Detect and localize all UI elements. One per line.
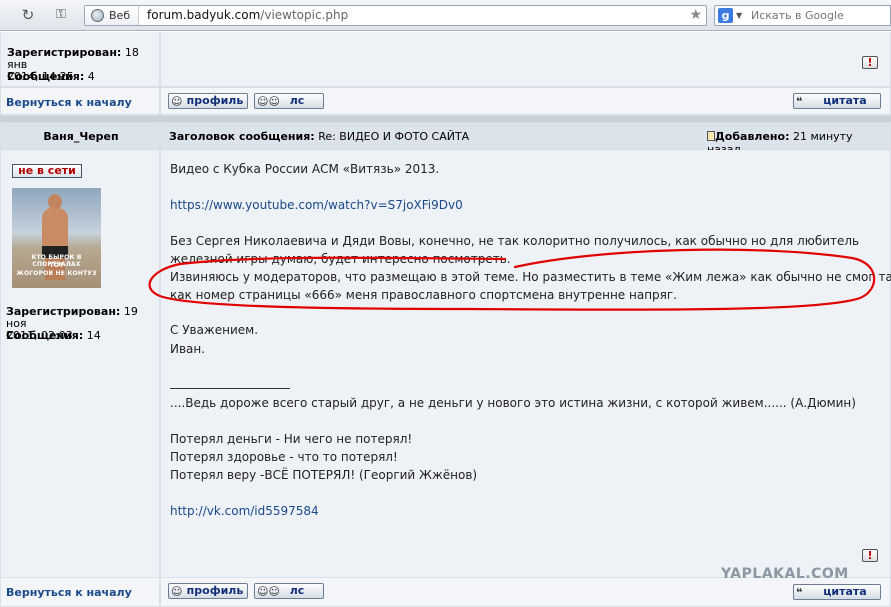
post-line: Иван. bbox=[170, 342, 206, 356]
back-to-top-link[interactable]: Вернуться к началу bbox=[6, 96, 132, 109]
document-icon bbox=[707, 131, 715, 141]
search-box[interactable]: g ▼ bbox=[714, 5, 891, 26]
prev-footer-right: ☺ профиль ☺☺ лс ❝ цитата bbox=[161, 88, 890, 114]
prev-footer-left: Вернуться к началу bbox=[1, 88, 159, 114]
profile-button[interactable]: ☺ профиль bbox=[168, 583, 248, 599]
youtube-link[interactable]: https://www.youtube.com/watch?v=S7joXFi9… bbox=[170, 198, 463, 212]
search-input[interactable] bbox=[751, 7, 887, 24]
status-badge: не в сети bbox=[12, 164, 82, 178]
post-subject: Заголовок сообщения: Re: ВИДЕО И ФОТО СА… bbox=[169, 130, 470, 143]
report-icon[interactable]: ! bbox=[862, 56, 878, 69]
post-line: Видео с Кубка России АСМ «Витязь» 2013. bbox=[170, 162, 440, 176]
globe-icon bbox=[91, 9, 104, 22]
profile-button[interactable]: ☺ профиль bbox=[168, 93, 248, 109]
footer-right: ☺ профиль ☺☺ лс ❝ цитата bbox=[161, 578, 890, 606]
author-header-cell: Ваня_Череп bbox=[1, 123, 159, 148]
quote-icon: ❝ bbox=[796, 95, 803, 108]
author-name[interactable]: Ваня_Череп bbox=[1, 130, 161, 143]
vk-link[interactable]: http://vk.com/id5597584 bbox=[170, 504, 319, 518]
footer-left: Вернуться к началу bbox=[1, 578, 159, 606]
post-line: С Уважением. bbox=[170, 323, 259, 337]
avatar-caption-2: ТОТ bbox=[49, 262, 64, 269]
bookmark-star-icon[interactable]: ★ bbox=[689, 6, 702, 25]
signature-divider bbox=[170, 388, 290, 389]
browser-toolbar: ↻ ⚿ Веб forum.badyuk.com/viewtopic.php ★… bbox=[0, 0, 891, 31]
reload-icon[interactable]: ↻ bbox=[18, 6, 38, 24]
quote-button[interactable]: ❝ цитата bbox=[793, 93, 881, 109]
url-domain: forum.badyuk.com bbox=[147, 8, 261, 22]
quote-icon: ❝ bbox=[796, 586, 803, 599]
key-icon[interactable]: ⚿ bbox=[50, 6, 72, 24]
site-chip-label: Веб bbox=[109, 9, 131, 22]
prev-messages: Сообщения: 4 bbox=[7, 70, 95, 83]
prev-post-cell: ! bbox=[161, 32, 890, 86]
pm-button[interactable]: ☺☺ лс bbox=[254, 93, 324, 109]
users-icon: ☺☺ bbox=[257, 95, 280, 108]
prev-author-cell: Зарегистрирован: 18 янв 2014, 14:25 Сооб… bbox=[1, 32, 159, 86]
post-line: Извиняюсь у модераторов, что размещаю в … bbox=[170, 270, 891, 284]
signature-line: Потерял здоровье - что то потерял! bbox=[170, 450, 398, 464]
google-icon[interactable]: g bbox=[718, 8, 733, 23]
post-header-cell: Заголовок сообщения: Re: ВИДЕО И ФОТО СА… bbox=[161, 123, 890, 156]
signature-line: Потерял деньги - Ни чего не потерял! bbox=[170, 432, 413, 446]
url-text[interactable]: forum.badyuk.com/viewtopic.php bbox=[147, 6, 348, 25]
forum-table: Зарегистрирован: 18 янв 2014, 14:25 Сооб… bbox=[0, 32, 891, 607]
post-line: железной игры думаю, будет интересно пос… bbox=[170, 252, 511, 266]
watermark: YAPLAKAL.COM bbox=[721, 566, 849, 582]
back-to-top-link[interactable]: Вернуться к началу bbox=[6, 586, 132, 599]
url-path: /viewtopic.php bbox=[260, 8, 349, 22]
chevron-down-icon[interactable]: ▼ bbox=[736, 6, 742, 25]
quote-button[interactable]: ❝ цитата bbox=[793, 584, 881, 600]
post-line: Без Сергея Николаевича и Дяди Вовы, коне… bbox=[170, 234, 860, 248]
users-icon: ☺☺ bbox=[257, 585, 280, 598]
avatar-caption-3: ЖОГОРОВ НЕ КОНТУЗ bbox=[16, 270, 97, 277]
signature-line: Потерял веру -ВСЁ ПОТЕРЯЛ! (Георгий Жжён… bbox=[170, 468, 478, 482]
post-separator bbox=[0, 116, 891, 122]
post-line: как номер страницы «666» меня православн… bbox=[170, 288, 678, 302]
user-icon: ☺ bbox=[171, 95, 183, 108]
user-icon: ☺ bbox=[171, 585, 183, 598]
site-info-chip[interactable]: Веб bbox=[85, 6, 139, 25]
signature-line: ....Ведь дороже всего старый друг, а не … bbox=[170, 396, 856, 410]
address-bar[interactable]: Веб forum.badyuk.com/viewtopic.php ★ bbox=[84, 5, 707, 26]
author-messages: Сообщения: 14 bbox=[6, 329, 101, 342]
avatar: КТО БЫРОК В СПОРТЗАЛАХ ТОТ ЖОГОРОВ НЕ КО… bbox=[12, 188, 101, 288]
pm-button[interactable]: ☺☺ лс bbox=[254, 583, 324, 599]
report-icon[interactable]: ! bbox=[862, 549, 878, 562]
